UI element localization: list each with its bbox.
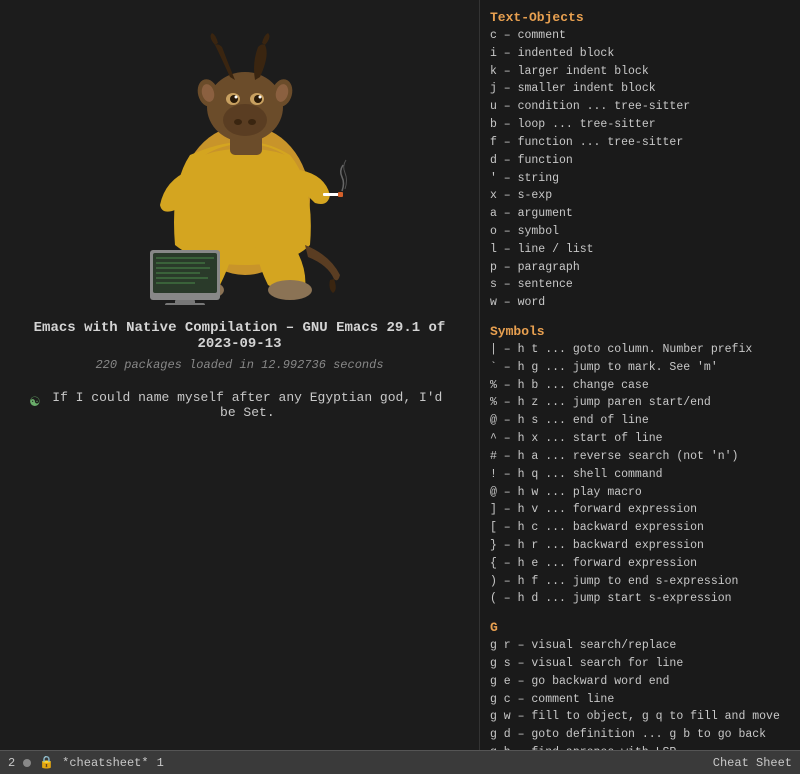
item-line: i – indented block [490, 45, 792, 63]
item-line: } – h r ... backward expression [490, 537, 792, 555]
item-line: @ – h s ... end of line [490, 412, 792, 430]
item-line: c – comment [490, 27, 792, 45]
item-line: a – argument [490, 205, 792, 223]
item-line: ' – string [490, 170, 792, 188]
gnu-image [70, 20, 410, 310]
item-line: g r – visual search/replace [490, 637, 792, 655]
item-line: g d – goto definition ... g b to go back [490, 726, 792, 744]
section-title-g: G [490, 620, 792, 635]
item-line: s – sentence [490, 276, 792, 294]
status-filename: *cheatsheet* [62, 756, 148, 770]
status-dot [23, 759, 31, 767]
item-line: j – smaller indent block [490, 80, 792, 98]
item-line: @ – h w ... play macro [490, 484, 792, 502]
right-panel: Text-Objects c – commenti – indented bloc… [480, 0, 800, 774]
status-right-label: Cheat Sheet [713, 756, 792, 770]
item-line: ] – h v ... forward expression [490, 501, 792, 519]
item-line: g e – go backward word end [490, 673, 792, 691]
packages-subtitle: 220 packages loaded in 12.992736 seconds [95, 358, 383, 372]
item-line: | – h t ... goto column. Number prefix [490, 341, 792, 359]
item-line: { – h e ... forward expression [490, 555, 792, 573]
status-filenumber: 1 [157, 756, 164, 770]
status-bar: 2 🔒 *cheatsheet* 1 Cheat Sheet [0, 750, 800, 774]
item-line: ) – h f ... jump to end s-expression [490, 573, 792, 591]
item-line: % – h b ... change case [490, 377, 792, 395]
item-line: o – symbol [490, 223, 792, 241]
item-line: d – function [490, 152, 792, 170]
fortune-icon: ☯ [30, 391, 40, 411]
section-title-symbols: Symbols [490, 324, 792, 339]
item-line: l – line / list [490, 241, 792, 259]
item-line: # – h a ... reverse search (not 'n') [490, 448, 792, 466]
item-line: x – s-exp [490, 187, 792, 205]
section-title-text-objects: Text-Objects [490, 10, 792, 25]
item-line: ^ – h x ... start of line [490, 430, 792, 448]
item-line: b – loop ... tree-sitter [490, 116, 792, 134]
status-number: 2 [8, 756, 15, 770]
item-line: ` – h g ... jump to mark. See 'm' [490, 359, 792, 377]
status-lock: 🔒 [39, 755, 54, 770]
item-line: g s – visual search for line [490, 655, 792, 673]
item-line: w – word [490, 294, 792, 312]
item-line: g w – fill to object, g q to fill and mo… [490, 708, 792, 726]
item-line: f – function ... tree-sitter [490, 134, 792, 152]
item-line: k – larger indent block [490, 63, 792, 81]
item-line: % – h z ... jump paren start/end [490, 394, 792, 412]
emacs-title: Emacs with Native Compilation – GNU Emac… [0, 320, 479, 352]
fortune-container: ☯ If I could name myself after any Egypt… [0, 390, 479, 420]
left-panel: Emacs with Native Compilation – GNU Emac… [0, 0, 480, 774]
item-line: ! – h q ... shell command [490, 466, 792, 484]
item-line: g c – comment line [490, 691, 792, 709]
item-line: p – paragraph [490, 259, 792, 277]
item-line: u – condition ... tree-sitter [490, 98, 792, 116]
fortune-message: If I could name myself after any Egyptia… [46, 390, 449, 420]
item-line: ( – h d ... jump start s-expression [490, 590, 792, 608]
item-line: [ – h c ... backward expression [490, 519, 792, 537]
